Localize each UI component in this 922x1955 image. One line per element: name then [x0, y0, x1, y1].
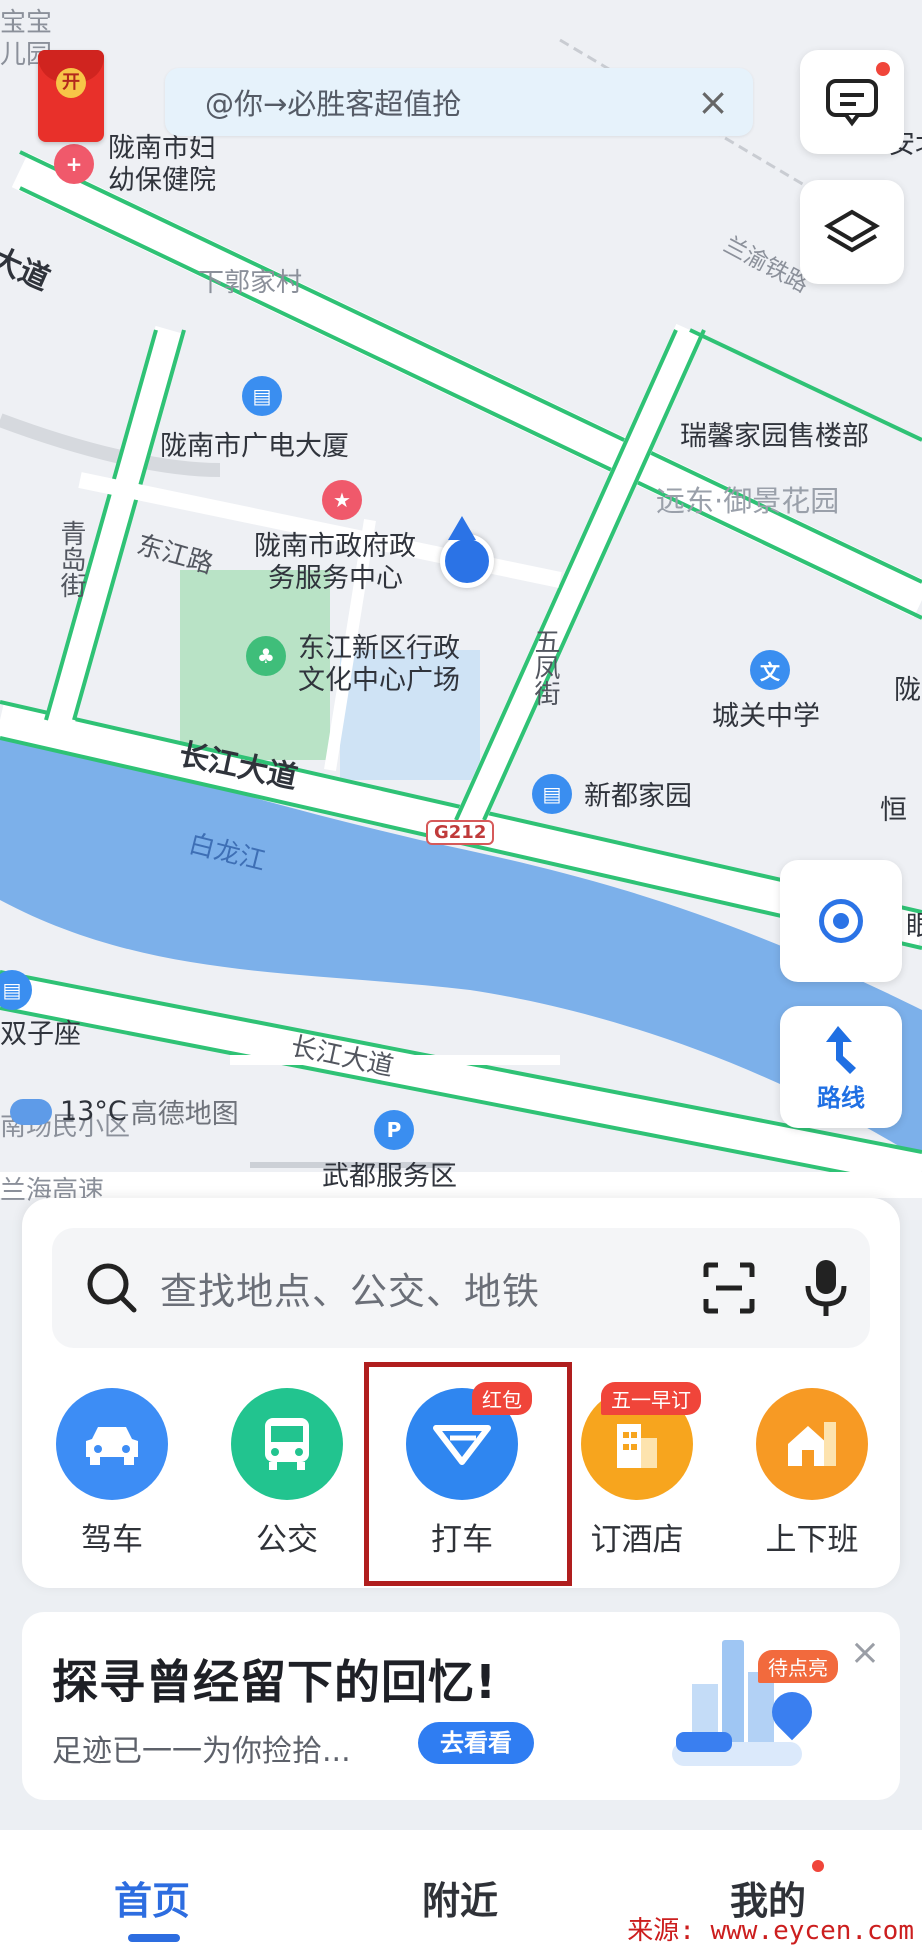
map-label: 务服务中心: [268, 563, 403, 594]
parking-icon[interactable]: P: [374, 1110, 414, 1150]
tool-label: 公交: [256, 1522, 318, 1558]
map-label: 眼: [906, 911, 922, 942]
map-label: 新都家园: [584, 781, 692, 812]
search-input[interactable]: 查找地点、公交、地铁: [52, 1228, 870, 1348]
school-icon[interactable]: 文: [750, 650, 790, 690]
hospital-icon[interactable]: +: [54, 144, 94, 184]
memory-card[interactable]: 探寻曾经留下的回忆! 足迹已一一为你捡拾... 去看看 × 待点亮: [22, 1612, 900, 1800]
city-illustration: 待点亮: [662, 1632, 842, 1782]
building-icon[interactable]: ▤: [242, 376, 282, 416]
weather-widget[interactable]: 13°C 高德地图: [10, 1092, 239, 1131]
map-label: 双子座: [0, 1019, 81, 1050]
promo-banner[interactable]: @你→必胜客超值抢 ×: [165, 68, 753, 136]
close-icon[interactable]: ×: [691, 80, 735, 124]
tool-bus[interactable]: 公交: [207, 1388, 367, 1559]
map-label: 东江新区行政: [298, 633, 460, 664]
route-arrow-icon: [826, 1025, 856, 1074]
message-icon: [826, 79, 878, 127]
tool-label: 上下班: [765, 1522, 859, 1558]
promo-text: @你→必胜客超值抢: [205, 87, 462, 121]
card-badge: 待点亮: [758, 1650, 838, 1683]
taxi-highlight-box: [364, 1362, 572, 1586]
tab-nearby[interactable]: 附近: [422, 1870, 498, 1925]
road-label: 五凤街: [530, 628, 560, 706]
notification-dot: [812, 1860, 824, 1872]
route-label: 路线: [817, 1083, 865, 1112]
route-button[interactable]: 路线: [780, 1006, 902, 1128]
search-icon: [87, 1263, 137, 1313]
map-label: 武都服务区: [322, 1161, 457, 1192]
layers-button[interactable]: [800, 180, 904, 284]
active-tab-indicator: [128, 1934, 180, 1942]
home-work-icon: [756, 1388, 868, 1500]
map-label: 陇: [894, 675, 921, 706]
tool-label: 订酒店: [590, 1522, 684, 1558]
locate-icon: [819, 899, 863, 943]
card-subtitle: 足迹已一一为你捡拾...: [52, 1734, 351, 1769]
envelope-open-label: 开: [56, 68, 86, 98]
hotel-badge: 五一早订: [601, 1382, 701, 1415]
tool-commute[interactable]: 上下班: [732, 1388, 892, 1559]
scan-icon[interactable]: [702, 1261, 756, 1315]
map-label: 陇南市广电大厦: [160, 431, 349, 462]
highway-shield-g212: G212: [426, 820, 495, 845]
current-location-icon[interactable]: [440, 534, 494, 588]
temperature: 13°C: [60, 1096, 127, 1127]
tool-label: 驾车: [81, 1522, 143, 1558]
government-icon[interactable]: ★: [322, 480, 362, 520]
heading-cone-icon: [448, 516, 476, 540]
map-label: 恒: [880, 795, 907, 826]
close-icon[interactable]: ×: [850, 1632, 880, 1673]
go-see-button[interactable]: 去看看: [418, 1722, 534, 1764]
tool-hotel[interactable]: 订酒店 五一早订: [557, 1382, 717, 1559]
layers-icon: [824, 209, 880, 253]
tool-drive[interactable]: 驾车: [32, 1388, 192, 1559]
notification-dot: [876, 62, 890, 76]
map-label: 文化中心广场: [298, 665, 460, 696]
road-label: 青岛街: [56, 520, 86, 598]
car-icon: [56, 1388, 168, 1500]
map-label: 城关中学: [712, 701, 820, 732]
map-label: 陇南市政府政: [254, 531, 416, 562]
map-label: 远东·御景花园: [656, 484, 840, 518]
map-label: 幼保健院: [108, 165, 216, 196]
microphone-icon[interactable]: [804, 1258, 848, 1318]
map-label: 下郭家村: [198, 268, 303, 298]
map-brand: 高德地图: [130, 1099, 239, 1130]
cloud-icon: [10, 1098, 52, 1125]
map-label: 瑞馨家园售楼部: [680, 421, 869, 452]
message-button[interactable]: [800, 50, 904, 154]
red-envelope-button[interactable]: 开: [38, 50, 104, 142]
residence-icon[interactable]: ▤: [532, 774, 572, 814]
search-placeholder: 查找地点、公交、地铁: [160, 1270, 540, 1313]
tab-home[interactable]: 首页: [114, 1870, 190, 1925]
locate-button[interactable]: [780, 860, 902, 982]
park-icon[interactable]: ♣: [246, 636, 286, 676]
map-label: 陇南市妇: [108, 133, 216, 164]
card-title: 探寻曾经留下的回忆!: [52, 1655, 497, 1709]
map-label: 宝宝: [0, 8, 53, 38]
watermark: 来源: www.eycen.com: [627, 1916, 914, 1946]
bus-icon: [231, 1388, 343, 1500]
